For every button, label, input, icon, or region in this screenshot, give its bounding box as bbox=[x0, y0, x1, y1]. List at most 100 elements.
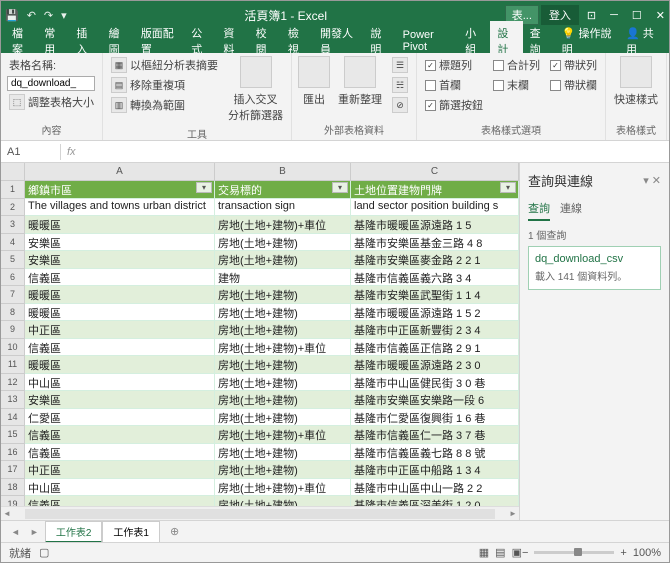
row-header[interactable]: 9 bbox=[1, 321, 25, 339]
sheet-nav-prev-icon[interactable]: ◄ bbox=[7, 527, 24, 537]
zoom-in-button[interactable]: + bbox=[620, 547, 626, 559]
cell[interactable]: 中山區 bbox=[25, 374, 215, 392]
zoom-out-button[interactable]: − bbox=[522, 547, 528, 559]
sheet-tab[interactable]: 工作表1 bbox=[102, 521, 160, 543]
cell[interactable]: 信義區 bbox=[25, 339, 215, 357]
cell[interactable]: The villages and towns urban district bbox=[25, 199, 215, 217]
cell[interactable]: 基隆市信義區仁一路 3 7 巷 bbox=[351, 426, 519, 444]
cell[interactable]: 房地(土地+建物) bbox=[215, 496, 351, 506]
row-header[interactable]: 11 bbox=[1, 356, 25, 374]
row-header[interactable]: 18 bbox=[1, 479, 25, 497]
row-header[interactable]: 15 bbox=[1, 426, 25, 444]
cell[interactable]: 基隆市信義區正信路 2 9 1 bbox=[351, 339, 519, 357]
slicer-icon[interactable] bbox=[240, 56, 272, 88]
maximize-icon[interactable]: ☐ bbox=[632, 9, 642, 22]
quick-style-button[interactable]: 快速樣式 bbox=[612, 90, 660, 108]
cell[interactable]: 房地(土地+建物)+車位 bbox=[215, 479, 351, 497]
column-header[interactable]: B bbox=[215, 163, 351, 180]
column-header[interactable]: A bbox=[25, 163, 215, 180]
pane-menu-icon[interactable]: ▾ ✕ bbox=[643, 174, 661, 187]
cell[interactable]: 基隆市中山區中山一路 2 2 bbox=[351, 479, 519, 497]
cell[interactable]: 建物 bbox=[215, 269, 351, 287]
cell[interactable]: 基隆市仁愛區復興街 1 6 巷 bbox=[351, 409, 519, 427]
cell[interactable]: 暖暖區 bbox=[25, 356, 215, 374]
table-header-cell[interactable]: 土地位置建物門牌 bbox=[351, 181, 519, 199]
cell[interactable]: land sector position building s bbox=[351, 199, 519, 217]
cell[interactable]: 暖暖區 bbox=[25, 304, 215, 322]
cell[interactable]: 房地(土地+建物)+車位 bbox=[215, 216, 351, 234]
resize-table-button[interactable]: ⬚調整表格大小 bbox=[7, 93, 96, 111]
query-card[interactable]: dq_download_csv 載入 141 個資料列。 bbox=[528, 246, 661, 290]
cell[interactable]: 房地(土地+建物) bbox=[215, 356, 351, 374]
save-icon[interactable]: 💾 bbox=[5, 9, 19, 22]
row-header[interactable]: 2 bbox=[1, 199, 25, 217]
row-header[interactable]: 14 bbox=[1, 409, 25, 427]
row-header[interactable]: 19 bbox=[1, 496, 25, 506]
cell[interactable]: 基隆市中正區新豐街 2 3 4 bbox=[351, 321, 519, 339]
dedup-button[interactable]: ▤移除重複項 bbox=[109, 76, 220, 94]
row-header[interactable]: 8 bbox=[1, 304, 25, 322]
redo-icon[interactable]: ↷ bbox=[44, 9, 53, 22]
column-header[interactable]: C bbox=[351, 163, 519, 180]
scroll-right-icon[interactable]: ► bbox=[507, 509, 519, 518]
cell[interactable]: 基隆市中山區健民街 3 0 巷 bbox=[351, 374, 519, 392]
row-header[interactable]: 3 bbox=[1, 216, 25, 234]
close-icon[interactable]: ✕ bbox=[656, 9, 665, 22]
style-option-checkbox[interactable]: 合計列 bbox=[491, 56, 542, 74]
cell[interactable]: 房地(土地+建物) bbox=[215, 444, 351, 462]
row-header[interactable]: 5 bbox=[1, 251, 25, 269]
row-header[interactable]: 6 bbox=[1, 269, 25, 287]
fx-icon[interactable]: fx bbox=[67, 146, 76, 158]
zoom-slider[interactable] bbox=[534, 551, 614, 554]
sheet-tab[interactable]: 工作表2 bbox=[45, 521, 103, 543]
cell[interactable]: 基隆市中正區中船路 1 3 4 bbox=[351, 461, 519, 479]
pane-tab-connections[interactable]: 連線 bbox=[560, 200, 582, 221]
cell[interactable]: 房地(土地+建物) bbox=[215, 391, 351, 409]
cell[interactable]: 信義區 bbox=[25, 496, 215, 506]
cell[interactable]: 安樂區 bbox=[25, 251, 215, 269]
row-header[interactable]: 1 bbox=[1, 181, 25, 199]
row-header[interactable]: 7 bbox=[1, 286, 25, 304]
row-header[interactable]: 13 bbox=[1, 391, 25, 409]
export-button[interactable]: 匯出 bbox=[301, 90, 327, 108]
cell[interactable]: 基隆市安樂區基金三路 4 8 bbox=[351, 234, 519, 252]
cell[interactable]: 房地(土地+建物) bbox=[215, 304, 351, 322]
cell[interactable]: 房地(土地+建物) bbox=[215, 251, 351, 269]
convert-range-button[interactable]: ▥轉換為範圍 bbox=[109, 96, 220, 114]
cell[interactable]: 基隆市暖暖區源遠路 2 3 0 bbox=[351, 356, 519, 374]
new-sheet-button[interactable]: ⊕ bbox=[162, 525, 187, 538]
zoom-level[interactable]: 100% bbox=[633, 547, 661, 559]
cell[interactable]: 安樂區 bbox=[25, 234, 215, 252]
cell[interactable]: 基隆市信義區義六路 3 4 bbox=[351, 269, 519, 287]
cell[interactable]: 中山區 bbox=[25, 479, 215, 497]
refresh-button[interactable]: 重新整理 bbox=[336, 90, 384, 108]
cell[interactable]: 房地(土地+建物)+車位 bbox=[215, 339, 351, 357]
cell[interactable]: 仁愛區 bbox=[25, 409, 215, 427]
cell[interactable]: 基隆市安樂區麥金路 2 2 1 bbox=[351, 251, 519, 269]
qat-more-icon[interactable]: ▾ bbox=[61, 9, 67, 22]
view-pagebreak-icon[interactable]: ▣ bbox=[512, 546, 522, 559]
cell[interactable]: 基隆市暖暖區源遠路 1 5 2 bbox=[351, 304, 519, 322]
style-option-checkbox[interactable]: 標題列 bbox=[423, 56, 485, 74]
cell[interactable]: 房地(土地+建物) bbox=[215, 234, 351, 252]
pane-tab-queries[interactable]: 查詢 bbox=[528, 200, 550, 221]
cell[interactable]: 房地(土地+建物) bbox=[215, 374, 351, 392]
minimize-icon[interactable]: ─ bbox=[610, 9, 618, 22]
cell[interactable]: 基隆市安樂區武聖街 1 1 4 bbox=[351, 286, 519, 304]
scroll-left-icon[interactable]: ◄ bbox=[1, 509, 13, 518]
slicer-button[interactable]: 插入交叉 分析篩選器 bbox=[226, 90, 285, 124]
cell[interactable]: 房地(土地+建物) bbox=[215, 286, 351, 304]
style-option-checkbox[interactable]: 末欄 bbox=[491, 76, 542, 94]
table-name-input[interactable] bbox=[7, 76, 95, 91]
worksheet-grid[interactable]: A B C 1鄉鎮市區交易標的土地位置建物門牌 2The villages and… bbox=[1, 163, 519, 520]
formula-input[interactable]: fx bbox=[61, 144, 669, 160]
cell[interactable]: 基隆市暖暖區源遠路 1 5 bbox=[351, 216, 519, 234]
sheet-nav-next-icon[interactable]: ► bbox=[26, 527, 43, 537]
cell[interactable]: 房地(土地+建物)+車位 bbox=[215, 426, 351, 444]
row-header[interactable]: 17 bbox=[1, 461, 25, 479]
cell[interactable]: 信義區 bbox=[25, 426, 215, 444]
table-header-cell[interactable]: 交易標的 bbox=[215, 181, 351, 199]
table-header-cell[interactable]: 鄉鎮市區 bbox=[25, 181, 215, 199]
view-normal-icon[interactable]: ▦ bbox=[479, 546, 489, 559]
ribbon-options-icon[interactable]: ⊡ bbox=[587, 9, 596, 22]
